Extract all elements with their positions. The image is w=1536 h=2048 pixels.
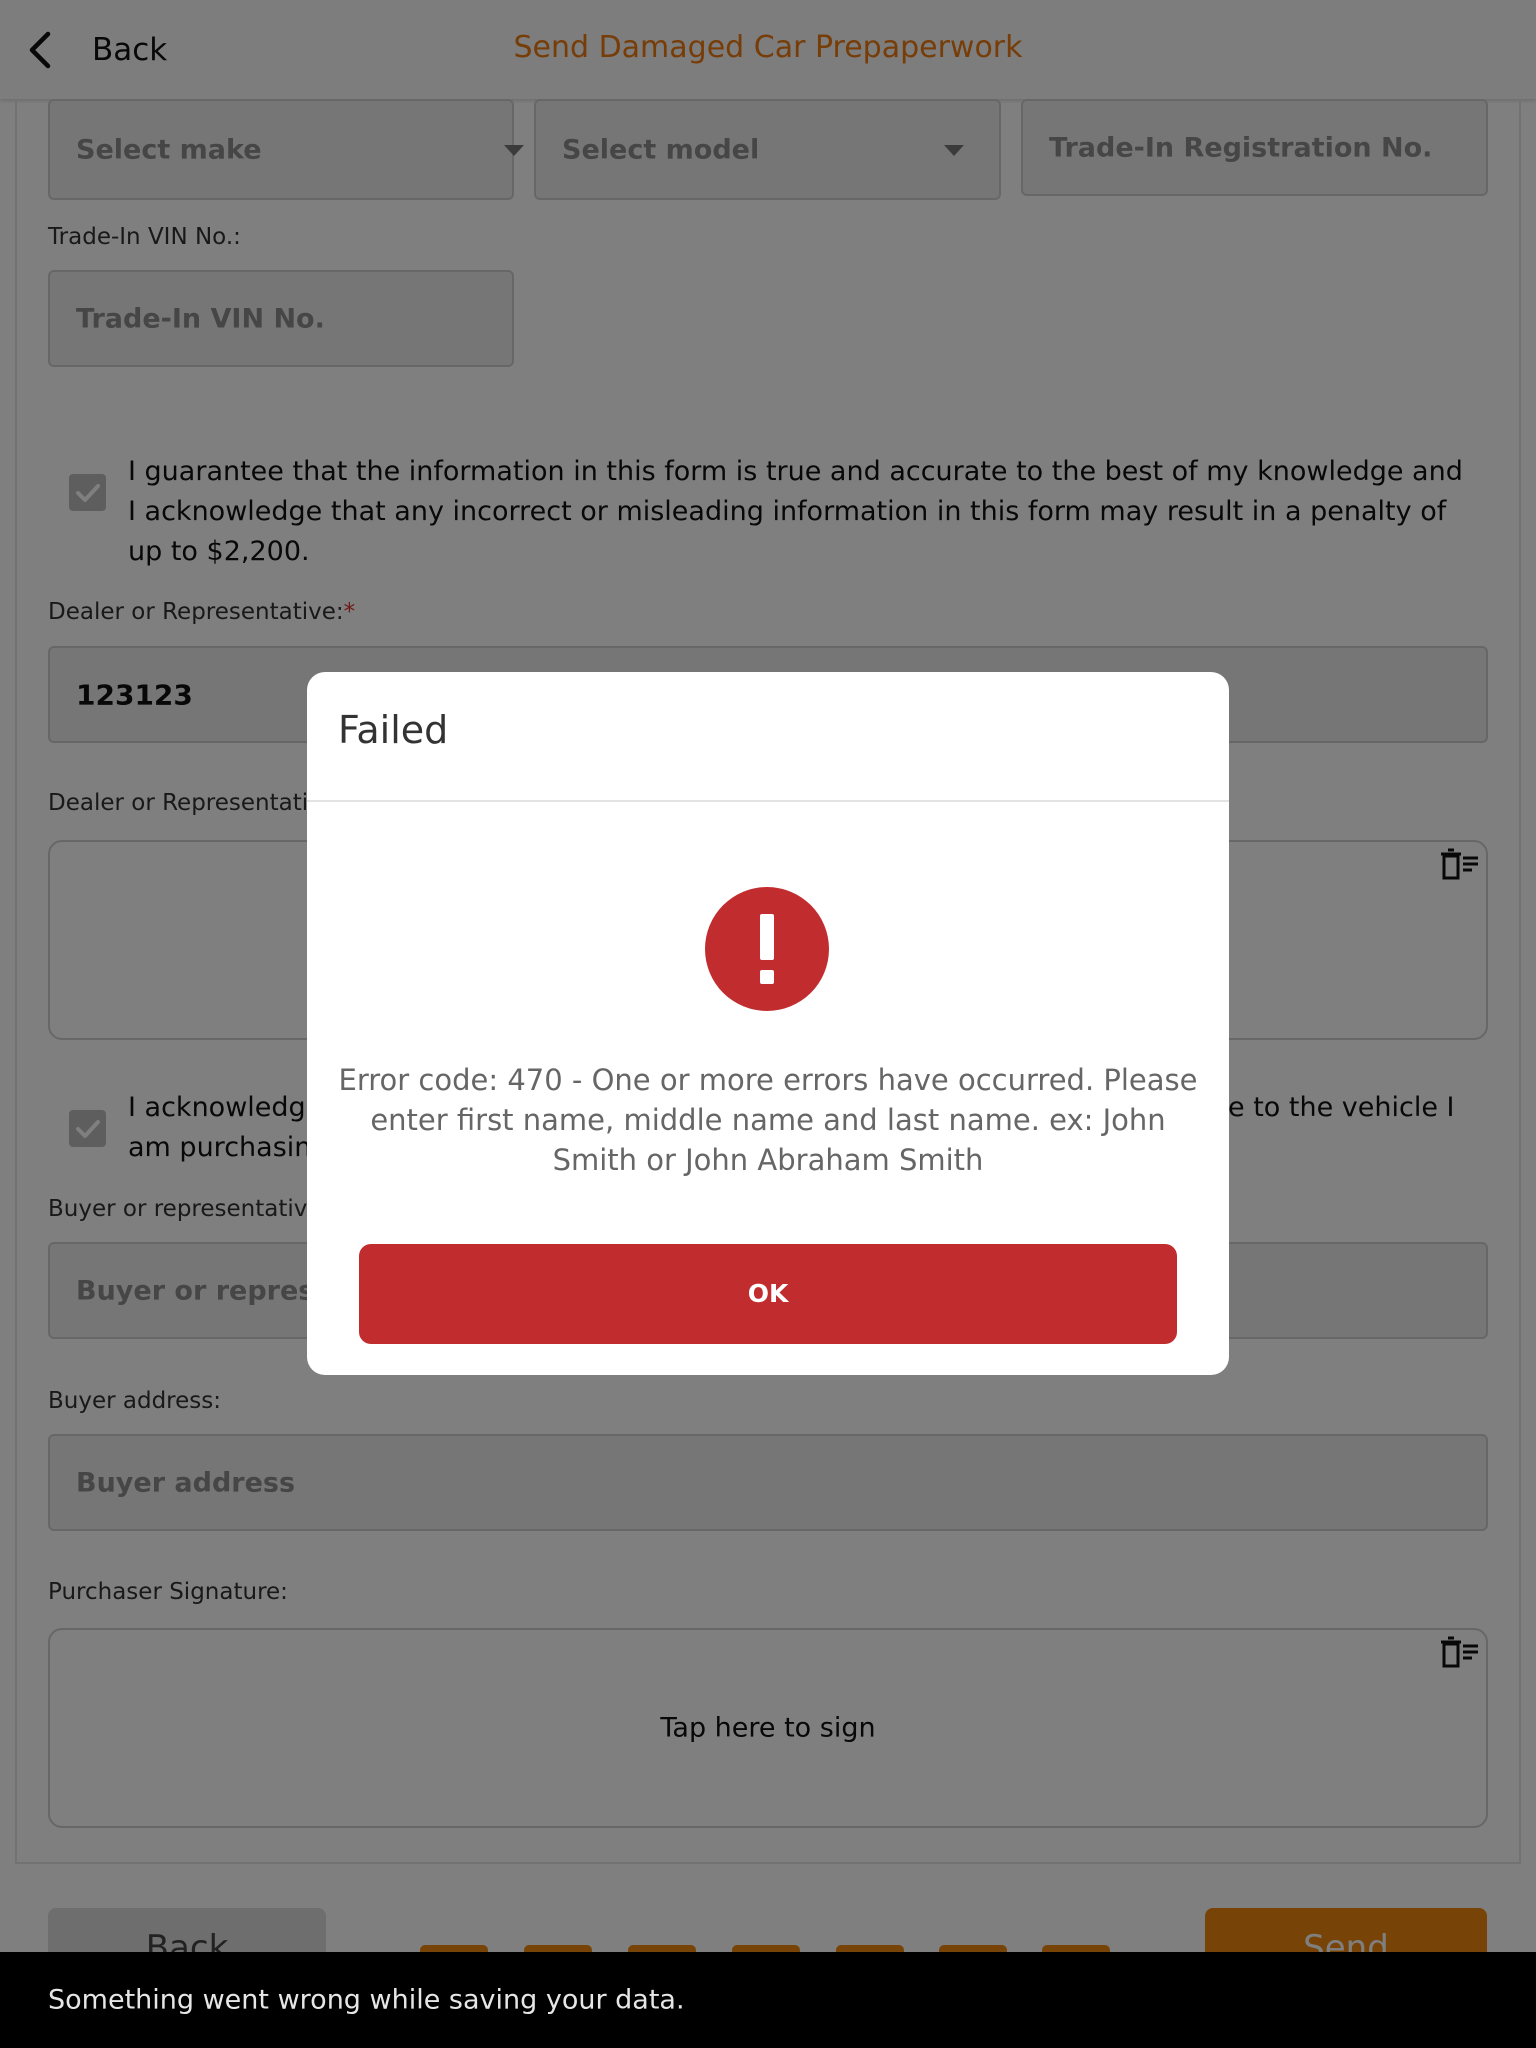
ok-button[interactable]: OK (359, 1244, 1177, 1344)
snackbar-message: Something went wrong while saving your d… (48, 1984, 685, 2016)
dialog-divider (307, 800, 1229, 802)
error-dialog: Failed Error code: 470 - One or more err… (307, 672, 1229, 1375)
dialog-message: Error code: 470 - One or more errors hav… (338, 1063, 1198, 1177)
snackbar: Something went wrong while saving your d… (0, 1952, 1536, 2048)
dialog-title: Failed (338, 708, 449, 752)
error-exclamation-icon (705, 887, 829, 1011)
